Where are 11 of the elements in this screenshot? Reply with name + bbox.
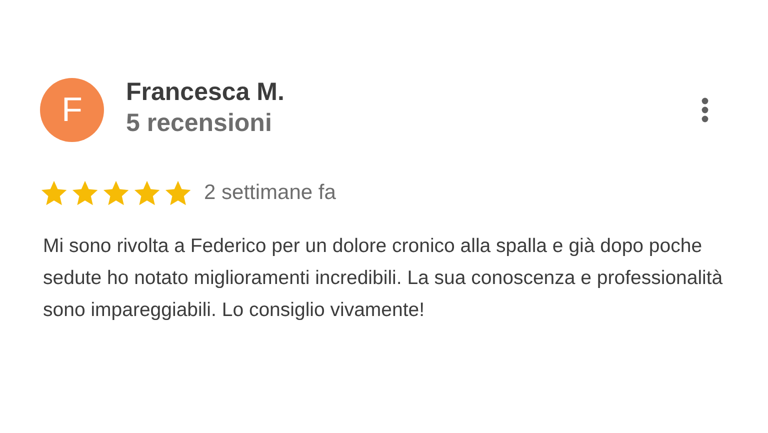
- star-icon: [102, 180, 130, 206]
- more-options-icon[interactable]: [700, 97, 710, 123]
- star-icon: [164, 180, 192, 206]
- avatar: F: [40, 78, 104, 142]
- review-time: 2 settimane fa: [204, 181, 336, 205]
- review-count: 5 recensioni: [126, 109, 273, 138]
- star-icon: [40, 180, 68, 206]
- review-text: Mi sono rivolta a Federico per un dolore cronico alla spalla e già dopo poche sedute ho notato miglioramenti incredibili. La sua conoscenza e professionalità sono impareggiabili. Lo consiglio vivamente!: [43, 234, 724, 323]
- star-icon: [71, 180, 99, 206]
- star-icon: [133, 180, 161, 206]
- author-name: Francesca M.: [126, 78, 286, 107]
